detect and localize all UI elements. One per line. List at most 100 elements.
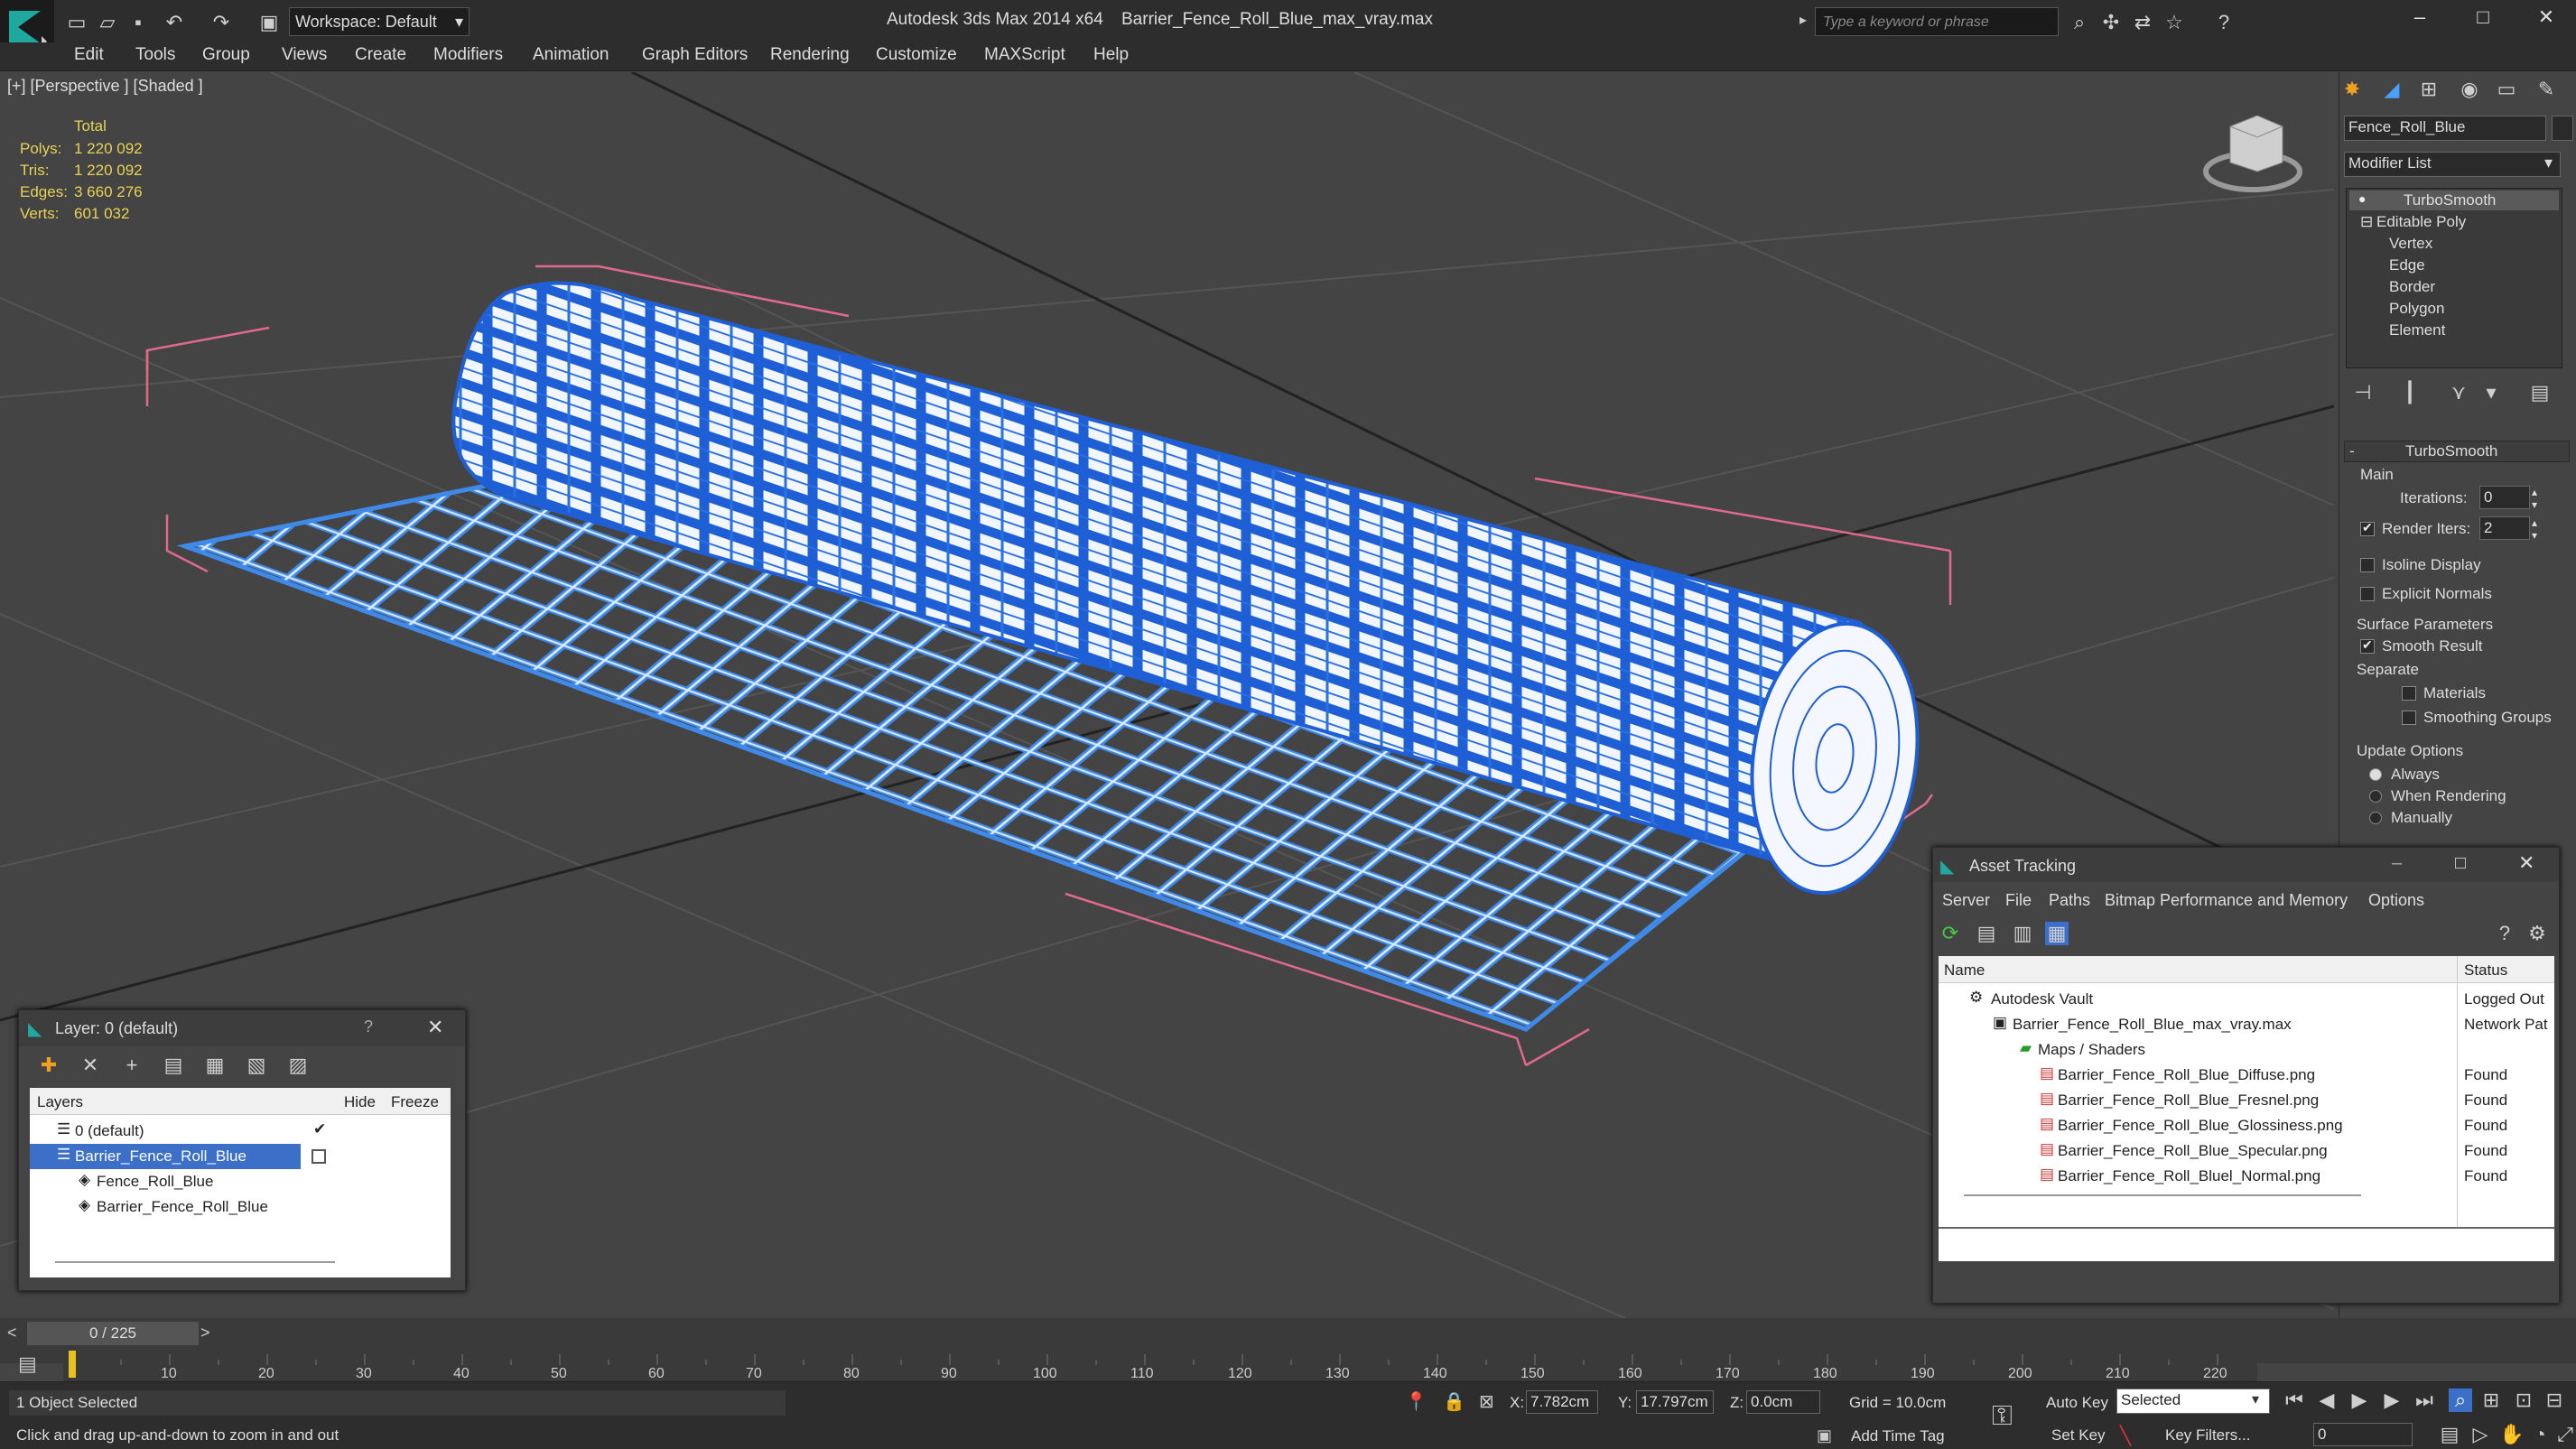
z-coordinate-field[interactable]: 0.0cm [1746,1390,1820,1414]
name-column-header[interactable]: Name [1944,961,1985,980]
binoculars-icon[interactable]: ⌕ [2068,11,2091,34]
smoothing-groups-checkbox[interactable] [2402,711,2416,725]
asset-row[interactable]: ▣ Barrier_Fence_Roll_Blue_max_vray.max Net… [1939,1012,2554,1037]
chevron-left-icon[interactable]: < [0,1320,25,1347]
layer-row-selected[interactable]: ☰ Barrier_Fence_Roll_Blue [30,1144,301,1169]
pan-icon[interactable]: ✋ [2499,1423,2524,1446]
maximize-viewport-icon[interactable]: ⤢ [2553,1423,2576,1446]
object-name-field[interactable]: Fence_Roll_Blue [2344,116,2546,141]
stack-item-element[interactable]: Element [2389,321,2445,339]
fov-icon[interactable]: ▷ [2469,1423,2492,1446]
search-input[interactable]: Type a keyword or phrase [1815,7,2059,36]
menu-customize[interactable]: Customize [876,45,957,65]
asset-row[interactable]: ▤ Barrier_Fence_Roll_Bluel_Normal.png Foun… [1939,1164,2554,1189]
menu-animation[interactable]: Animation [533,45,609,65]
viewport-label[interactable]: [+] [Perspective ] [Shaded ] [7,77,203,96]
menu-help[interactable]: Help [1093,45,1129,65]
asset-menu-bitmap[interactable]: Bitmap Performance and Memory [2105,891,2348,910]
minimize-icon[interactable]: – [2392,853,2402,874]
hide-all-icon[interactable]: ▧ [245,1054,268,1077]
key-filters-button[interactable]: Key Filters... [2165,1426,2250,1444]
create-tab-icon[interactable]: ✸ [2340,78,2364,101]
new-file-icon[interactable]: ▭ [65,11,88,34]
stack-item-turbosmooth[interactable]: TurboSmooth [2404,191,2496,209]
asset-menu-file[interactable]: File [2005,891,2032,910]
motion-tab-icon[interactable]: ◉ [2458,78,2481,101]
zoom-extents-all-icon[interactable]: ⊟ [2543,1389,2566,1412]
when-rendering-radio[interactable] [2369,790,2382,803]
asset-row[interactable]: ▰ Maps / Shaders [1939,1037,2554,1063]
freeze-column-header[interactable]: Freeze [391,1093,439,1111]
asset-menu-paths[interactable]: Paths [2049,891,2090,910]
undo-icon[interactable]: ↶ [163,11,186,34]
freeze-all-icon[interactable]: ▨ [286,1054,310,1077]
maximize-icon[interactable]: □ [2465,5,2501,34]
menu-tools[interactable]: Tools [135,45,175,65]
configure-sets-icon[interactable]: ▤ [2528,381,2552,404]
remove-modifier-icon[interactable]: ▾ [2479,381,2503,404]
menu-graph-editors[interactable]: Graph Editors [642,45,748,65]
auto-key-button[interactable]: Auto Key [2046,1394,2108,1412]
stack-item-edge[interactable]: Edge [2389,256,2425,274]
asset-row[interactable]: ▤ Barrier_Fence_Roll_Blue_Fresnel.png Foun… [1939,1088,2554,1113]
set-key-icon[interactable]: ╲ [2120,1425,2131,1447]
key-icon[interactable]: ⚿ [1992,1401,2013,1432]
key-mode-dropdown[interactable]: Selected [2116,1389,2270,1414]
asset-menu-options[interactable]: Options [2368,891,2424,910]
x-coordinate-field[interactable]: 7.782cm [1526,1390,1598,1414]
spinner-arrows-icon[interactable]: ▴ ▾ [2532,516,2537,542]
time-tag-icon[interactable]: ▣ [1817,1426,1832,1445]
show-end-result-icon[interactable]: ┃ [2398,381,2422,404]
community-icon[interactable]: ✣ [2099,11,2123,34]
menu-maxscript[interactable]: MAXScript [984,45,1065,65]
select-layer-icon[interactable]: ▤ [162,1054,185,1077]
menu-group[interactable]: Group [202,45,250,65]
save-icon[interactable]: ▪ [126,11,150,34]
object-color-swatch[interactable] [2552,116,2573,141]
close-icon[interactable]: ✕ [2528,5,2564,34]
active-layer-checkmark-icon[interactable]: ✔ [313,1120,326,1138]
render-iters-spinner[interactable]: 2 [2479,516,2530,540]
isoline-checkbox[interactable] [2360,558,2375,572]
materials-checkbox[interactable] [2402,686,2416,701]
open-file-icon[interactable]: ▱ [96,11,119,34]
lock-icon[interactable]: 🔒 [1443,1390,1465,1413]
y-coordinate-field[interactable]: 17.797cm [1636,1390,1714,1414]
menu-rendering[interactable]: Rendering [770,45,850,65]
horizontal-scrollbar[interactable] [1964,1194,2361,1196]
display-tab-icon[interactable]: ▭ [2495,78,2518,101]
explicit-normals-checkbox[interactable] [2360,587,2375,601]
new-layer-icon[interactable]: ✚ [37,1054,60,1077]
redo-icon[interactable]: ↷ [209,11,233,34]
close-icon[interactable]: ✕ [2518,851,2534,875]
refresh-icon[interactable]: ⟳ [1939,922,1962,945]
play-icon[interactable]: ▶ [2348,1389,2371,1412]
manually-radio[interactable] [2369,812,2382,824]
asset-row[interactable]: ⚙ Autodesk Vault Logged Out [1939,987,2554,1012]
go-to-end-icon[interactable]: ⏭ [2413,1389,2436,1412]
time-config-icon[interactable]: ▤ [2438,1423,2461,1446]
help-icon[interactable]: ? [2212,11,2236,34]
hierarchy-tab-icon[interactable]: ⊞ [2417,78,2441,101]
project-icon[interactable]: ▣ [257,11,281,34]
favorites-icon[interactable]: ☆ [2162,11,2186,34]
stack-item-editable-poly[interactable]: Editable Poly [2376,213,2466,231]
stack-item-vertex[interactable]: Vertex [2389,235,2432,253]
utilities-tab-icon[interactable]: ✎ [2534,78,2558,101]
lightbulb-icon[interactable]: ● [2358,191,2366,206]
iterations-spinner[interactable]: 0 [2479,486,2530,509]
asset-row[interactable]: ▤ Barrier_Fence_Roll_Blue_Glossiness.png F… [1939,1113,2554,1138]
hide-column-header[interactable]: Hide [344,1093,376,1111]
set-current-checkbox[interactable] [312,1149,326,1164]
current-frame-marker[interactable] [69,1351,76,1378]
modify-tab-icon[interactable]: ◢ [2380,78,2404,101]
smooth-result-checkbox[interactable]: ✔ [2360,637,2375,654]
table-view-icon[interactable]: ▦ [2045,922,2069,945]
list-view-icon[interactable]: ▤ [1975,922,1998,945]
help-icon[interactable]: ? [2493,922,2516,945]
asset-menu-server[interactable]: Server [1942,891,1990,910]
modifier-list-dropdown[interactable]: Modifier List [2344,152,2561,177]
asset-path-field[interactable] [1939,1227,2554,1259]
menu-create[interactable]: Create [355,45,406,65]
layer-window-title-bar[interactable]: Layer: 0 (default) [19,1010,465,1046]
